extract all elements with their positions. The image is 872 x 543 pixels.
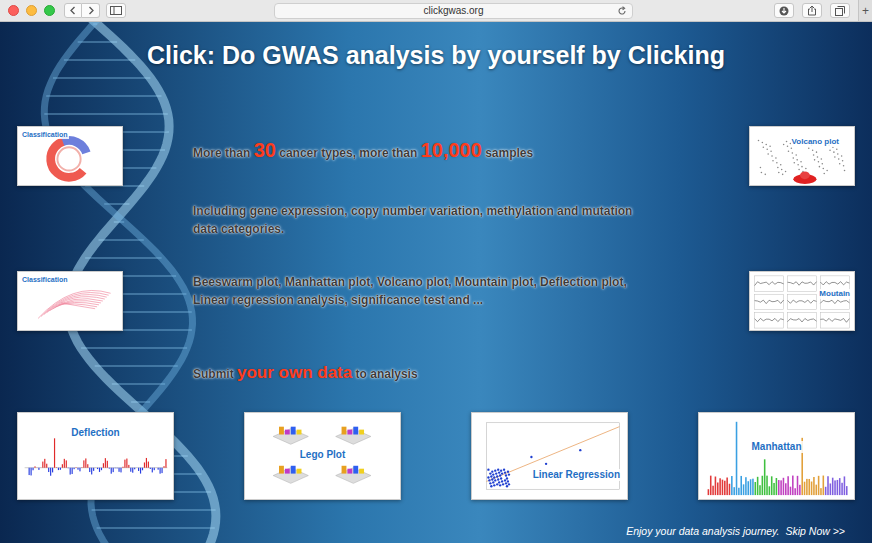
feature-line: Linear regression analysis, significance… [193, 291, 749, 309]
page-title: Click: Do GWAS analysis by yourself by C… [0, 38, 872, 72]
feature-line: More than 30 cancer types, more than 10,… [193, 138, 749, 165]
feature-text: More than 30 cancer types, more than 10,… [193, 138, 749, 165]
reload-icon [617, 6, 627, 16]
feature-line: Including gene expression, copy number v… [193, 202, 749, 220]
deflection-chart-icon [18, 413, 173, 499]
sidebar-button[interactable] [106, 3, 126, 18]
feature-area: Classification Classification More than 30… [0, 126, 872, 386]
right-thumbnails: Volcano plot Moutain [749, 126, 855, 386]
thumbnail-label: Linear Regression [532, 469, 621, 481]
feature-segment: cancer types, more than [276, 146, 421, 160]
highlight-text: 10,000 [421, 139, 482, 161]
thumbnail-label: Classification [21, 275, 69, 284]
tabs-icon [835, 6, 845, 16]
thumbnail-label: Classification [21, 130, 69, 139]
toolbar-actions: + [774, 0, 872, 21]
highlight-text: 30 [254, 139, 276, 161]
mountain-chart-icon [750, 272, 854, 330]
regression-chart-icon [472, 413, 627, 499]
share-icon [807, 5, 817, 16]
manhattan-chart-icon [699, 413, 854, 499]
feature-list: More than 30 cancer types, more than 10,… [123, 126, 749, 386]
navigation-buttons [64, 3, 100, 18]
thumbnail-label: Moutain [818, 289, 851, 299]
thumbnail-card[interactable]: Classification [17, 271, 123, 331]
feature-text: Submit your own data to analysis [193, 361, 749, 386]
tabs-button[interactable] [830, 3, 850, 18]
sidebar-icon [110, 6, 122, 15]
address-bar[interactable]: clickgwas.org [274, 3, 633, 19]
zoom-button[interactable] [44, 5, 55, 16]
feature-segment: data categories. [193, 222, 284, 236]
thumbnail-card[interactable]: Linear Regression [471, 412, 628, 500]
download-icon [779, 6, 789, 16]
bottom-thumbnails: Deflection Lego Plot Linear Regression Manh… [0, 412, 872, 500]
new-tab-label[interactable]: + [862, 4, 869, 18]
skip-link[interactable]: Skip Now >> [785, 525, 845, 537]
reload-button[interactable] [617, 6, 627, 16]
thumbnail-card[interactable]: Lego Plot [244, 412, 401, 500]
downloads-button[interactable] [774, 3, 794, 18]
volcano-chart-icon [750, 127, 854, 185]
thumbnail-label: Volcano plot [791, 137, 840, 147]
thumbnail-card[interactable]: Classification [17, 126, 123, 186]
close-button[interactable] [8, 5, 19, 16]
footer-message: Enjoy your data analysis journey. [626, 525, 779, 537]
share-button[interactable] [802, 3, 822, 18]
feature-text: Beeswarm plot, Manhattan plot, Volcano p… [193, 273, 749, 309]
feature-text: Including gene expression, copy number v… [193, 202, 749, 238]
page-content: Click: Do GWAS analysis by yourself by C… [0, 22, 872, 538]
browser-toolbar: clickgwas.org + [0, 0, 872, 22]
feature-segment: Submit [193, 367, 237, 381]
feature-segment: Including gene expression, copy number v… [193, 204, 632, 218]
new-tab-button[interactable]: + [858, 0, 872, 21]
address-text[interactable]: clickgwas.org [423, 4, 483, 18]
page-background: Click: Do GWAS analysis by yourself by C… [0, 22, 872, 543]
thumbnail-card[interactable]: Deflection [17, 412, 174, 500]
thumbnail-card[interactable]: Moutain [749, 271, 855, 331]
thumbnail-label: Lego Plot [299, 449, 347, 461]
left-thumbnails: Classification Classification [17, 126, 123, 386]
feature-line: data categories. [193, 220, 749, 238]
feature-segment: samples [482, 146, 533, 160]
thumbnail-label: Manhattan [751, 441, 803, 453]
forward-button[interactable] [82, 3, 100, 18]
back-arrow-icon [69, 6, 77, 15]
feature-segment: Linear regression analysis, significance… [193, 293, 483, 307]
footer: Enjoy your data analysis journey. Skip No… [0, 524, 872, 538]
thumbnail-card[interactable]: Manhattan [698, 412, 855, 500]
window-controls [0, 5, 55, 16]
thumbnail-label: Deflection [70, 427, 120, 439]
feature-segment: to analysis [352, 367, 417, 381]
minimize-button[interactable] [26, 5, 37, 16]
highlight-text: your own data [237, 363, 352, 382]
feature-segment: Beeswarm plot, Manhattan plot, Volcano p… [193, 275, 627, 289]
feature-segment: More than [193, 146, 254, 160]
thumbnail-card[interactable]: Volcano plot [749, 126, 855, 186]
feature-line: Beeswarm plot, Manhattan plot, Volcano p… [193, 273, 749, 291]
forward-arrow-icon [87, 6, 95, 15]
back-button[interactable] [64, 3, 82, 18]
feature-line: Submit your own data to analysis [193, 361, 749, 386]
